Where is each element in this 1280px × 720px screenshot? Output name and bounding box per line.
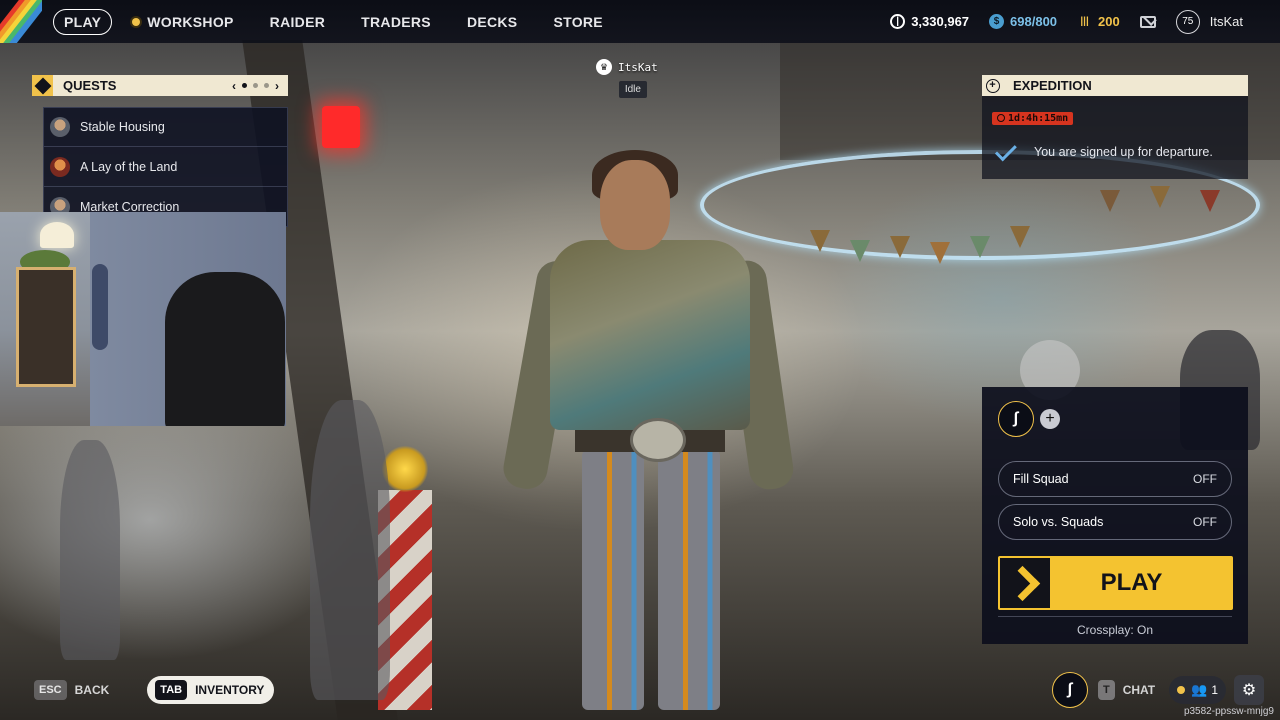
inventory-button[interactable]: TAB INVENTORY (147, 676, 275, 704)
back-hint[interactable]: ESC BACK (34, 680, 109, 700)
squad-panel: ∫ + Fill Squad OFF Solo vs. Squads OFF P… (982, 387, 1248, 644)
quest-name: A Lay of the Land (80, 159, 178, 174)
plus-icon[interactable]: + (1040, 409, 1060, 429)
esc-key: ESC (34, 680, 67, 700)
mail-icon[interactable] (1139, 15, 1156, 28)
friends-count: 1 (1211, 683, 1218, 697)
quest-name: Stable Housing (80, 120, 165, 134)
tab-workshop[interactable]: WORKSHOP (132, 14, 233, 30)
fill-squad-toggle[interactable]: Fill Squad OFF (998, 461, 1232, 497)
quests-header: QUESTS ‹ › (32, 75, 288, 96)
crossplay-status: Crossplay: On (998, 616, 1232, 637)
credits-value: 698/800 (1010, 14, 1058, 29)
chevron-right-icon (1000, 558, 1050, 608)
coins-counter[interactable]: | 3,330,967 (890, 14, 969, 29)
plus-circle-icon: + (982, 75, 1003, 96)
page-dot[interactable] (242, 83, 247, 88)
warning-light (382, 446, 428, 492)
play-button[interactable]: PLAY (998, 556, 1233, 610)
player-nameplate: ♛ ItsKat Idle (596, 59, 658, 98)
chat-label: CHAT (1122, 683, 1156, 697)
player-avatar[interactable]: ∫ (1051, 672, 1088, 708)
streamer-webcam-overlay (0, 212, 286, 426)
solo-vs-squads-label: Solo vs. Squads (1013, 515, 1104, 529)
quest-item[interactable]: Stable Housing (43, 107, 288, 147)
back-label: BACK (74, 683, 110, 697)
player-level-badge: 75 (1175, 9, 1200, 34)
currency-bar: | 3,330,967 $ 698/800 ||| 200 75 ItsKat (890, 0, 1280, 43)
t-key: T (1097, 680, 1115, 700)
raider-tokens-value: 200 (1098, 14, 1120, 29)
expedition-header: + EXPEDITION (982, 75, 1248, 96)
expedition-body: 1d:4h:15mn You are signed up for departu… (982, 96, 1248, 179)
chevron-right-icon[interactable]: › (272, 79, 282, 93)
session-code: p3582-ppssw-mnjg9 (1183, 706, 1274, 717)
clock-icon (997, 114, 1005, 122)
solo-vs-squads-value: OFF (1193, 515, 1217, 529)
quests-title: QUESTS (63, 78, 117, 93)
friends-button[interactable]: 👥 1 (1169, 676, 1226, 704)
notification-dot (132, 17, 141, 26)
page-dot[interactable] (264, 83, 269, 88)
credits-counter[interactable]: $ 698/800 (989, 14, 1057, 29)
quest-list: Stable Housing A Lay of the Land Market … (43, 107, 288, 227)
chat-button[interactable]: T CHAT (1097, 680, 1156, 700)
credits-icon: $ (989, 14, 1005, 29)
quests-pager: ‹ › (229, 79, 282, 93)
tab-traders[interactable]: TRADERS (361, 14, 431, 30)
raider-character (500, 150, 796, 710)
squad-members: ∫ + (998, 397, 1232, 441)
squad-member-avatar[interactable]: ∫ (998, 401, 1034, 437)
tab-key: TAB (155, 680, 188, 700)
check-icon (994, 138, 1017, 161)
chevron-left-icon[interactable]: ‹ (229, 79, 239, 93)
play-button-label: PLAY (1100, 569, 1163, 596)
departure-timer: 1d:4h:15mn (992, 111, 1074, 125)
expedition-status: You are signed up for departure. (992, 138, 1238, 161)
fill-squad-value: OFF (1193, 472, 1217, 486)
page-dot[interactable] (253, 83, 258, 88)
brand-stripe (0, 0, 42, 43)
main-nav: PLAY WORKSHOP RAIDER TRADERS DECKS STORE (53, 8, 639, 35)
tab-decks[interactable]: DECKS (467, 14, 518, 30)
quest-item[interactable]: A Lay of the Land (43, 147, 288, 187)
red-signal-lamp (322, 106, 360, 148)
crown-icon: ♛ (596, 59, 612, 75)
coin-icon: | (890, 14, 906, 29)
tab-raider[interactable]: RAIDER (270, 14, 325, 30)
raider-token-icon: ||| (1080, 16, 1089, 27)
quest-giver-avatar (50, 117, 70, 137)
quests-panel: QUESTS ‹ › Stable Housing A Lay of the L… (32, 75, 288, 227)
quest-giver-avatar (50, 156, 70, 177)
tab-play[interactable]: PLAY (53, 8, 113, 35)
inventory-label: INVENTORY (195, 683, 265, 697)
fill-squad-label: Fill Squad (1013, 472, 1069, 486)
player-name: ItsKat (618, 60, 658, 74)
online-dot (1177, 686, 1186, 694)
profile-username[interactable]: ItsKat (1210, 14, 1243, 29)
player-status: Idle (618, 81, 647, 98)
tab-workshop-label: WORKSHOP (147, 13, 234, 30)
expedition-message: You are signed up for departure. (1034, 145, 1213, 159)
expedition-title: EXPEDITION (1013, 78, 1092, 93)
gear-icon[interactable]: ⚙ (1234, 675, 1264, 705)
departure-timer-value: 1d:4h:15mn (1008, 112, 1069, 124)
solo-vs-squads-toggle[interactable]: Solo vs. Squads OFF (998, 504, 1232, 540)
bottom-left-hints: ESC BACK TAB INVENTORY (34, 676, 275, 704)
friends-icon: 👥 (1191, 682, 1208, 697)
raider-tokens-counter[interactable]: ||| 200 (1077, 14, 1120, 29)
expedition-panel: + EXPEDITION 1d:4h:15mn You are signed u… (982, 75, 1248, 179)
top-navigation-bar: PLAY WORKSHOP RAIDER TRADERS DECKS STORE… (0, 0, 1280, 43)
tab-store[interactable]: STORE (553, 14, 602, 30)
coins-value: 3,330,967 (911, 14, 970, 29)
quest-diamond-icon (32, 75, 53, 96)
